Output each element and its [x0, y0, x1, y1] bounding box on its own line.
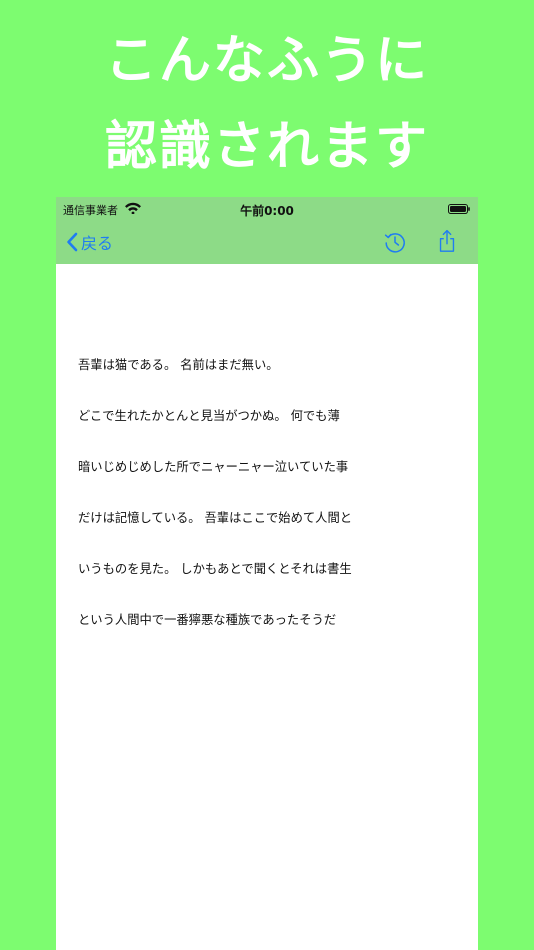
- promo-headline-line1: こんなふうに: [104, 31, 429, 91]
- recognized-text[interactable]: 吾輩は猫である。 名前はまだ無い。 どこで生れたかとんと見当がつかぬ。 何でも薄…: [78, 323, 378, 663]
- share-icon[interactable]: [435, 229, 459, 253]
- history-icon[interactable]: [383, 230, 407, 254]
- top-bars: 通信事業者 午前0:00 戻る: [56, 197, 478, 264]
- chevron-left-icon: [67, 232, 78, 252]
- text-line: いうものを見た。 しかもあとで聞くとそれは書生: [78, 562, 352, 576]
- text-line: だけは記憶している。 吾輩はここで始めて人間と: [78, 511, 353, 525]
- status-time: 午前0:00: [240, 204, 294, 218]
- text-line: 吾輩は猫である。 名前はまだ無い。: [78, 358, 279, 372]
- back-label: 戻る: [81, 234, 114, 253]
- status-bar: 通信事業者 午前0:00: [56, 197, 478, 221]
- battery-icon: [448, 204, 470, 214]
- text-line: という人間中で一番獰悪な種族であったそうだ: [78, 613, 337, 627]
- navigation-bar: 戻る: [56, 221, 478, 264]
- phone-screen: 通信事業者 午前0:00 戻る 吾輩は猫である。 名前はまだ無い。 どこで生れた…: [56, 197, 478, 950]
- promo-headline-line2: 認識されます: [104, 117, 429, 177]
- text-line: 暗いじめじめした所でニャーニャー泣いていた事: [78, 460, 349, 474]
- back-button[interactable]: 戻る: [66, 230, 113, 254]
- text-line: どこで生れたかとんと見当がつかぬ。 何でも薄: [78, 409, 340, 423]
